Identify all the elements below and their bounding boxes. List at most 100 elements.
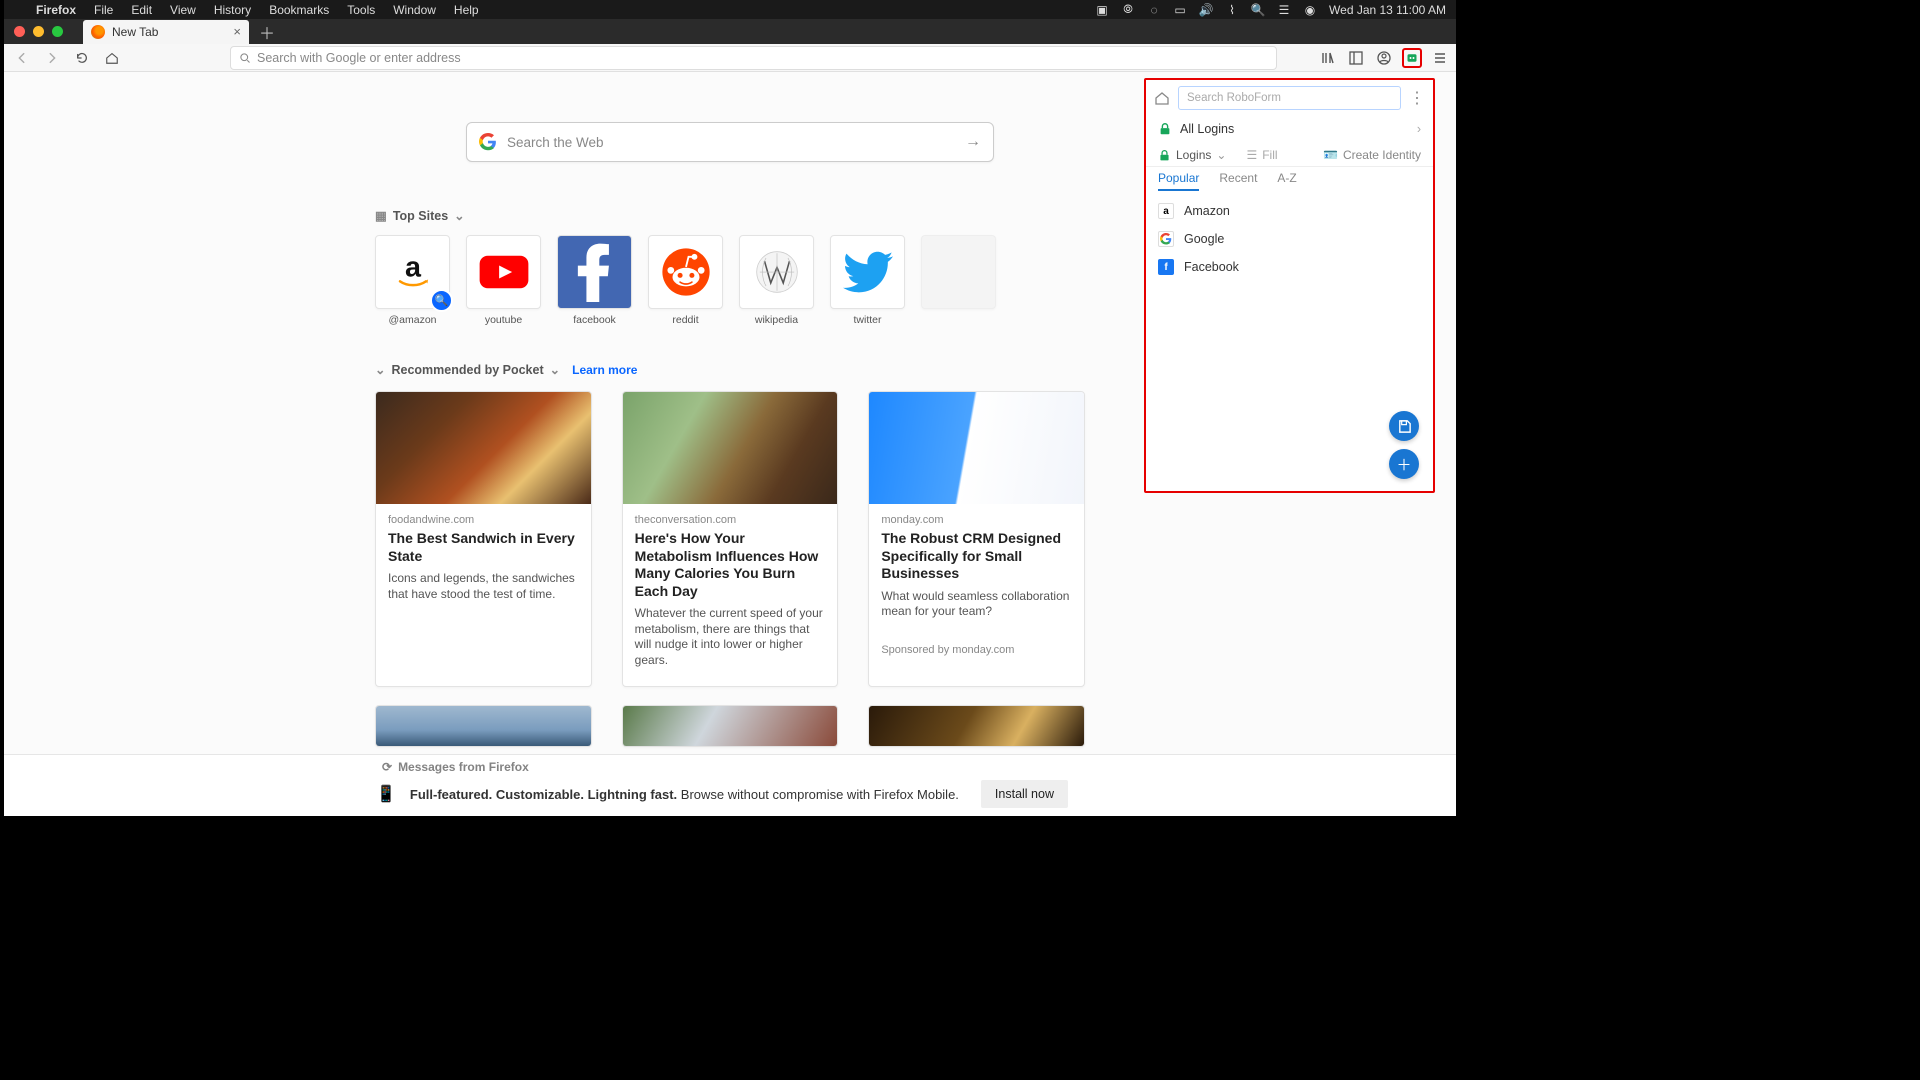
menu-history[interactable]: History [214, 3, 251, 17]
search-submit-icon[interactable]: → [965, 133, 981, 151]
statusbar-spotlight-icon[interactable]: 🔍 [1251, 3, 1265, 17]
pocket-card[interactable] [375, 705, 592, 747]
facebook-icon: f [1158, 259, 1174, 275]
new-tab-button[interactable]: ＋ [259, 20, 275, 44]
topsite-label: @amazon [388, 314, 436, 326]
lock-icon [1158, 122, 1172, 136]
address-bar[interactable]: Search with Google or enter address [230, 46, 1277, 70]
pocket-card[interactable]: foodandwine.com The Best Sandwich in Eve… [375, 391, 592, 687]
topsite-label: facebook [573, 314, 616, 326]
learn-more-link[interactable]: Learn more [572, 363, 637, 377]
grid-icon: ▦ [375, 208, 387, 223]
close-window-button[interactable] [14, 26, 25, 37]
home-button[interactable] [100, 46, 124, 70]
topsite-label: twitter [853, 314, 881, 326]
back-button[interactable] [10, 46, 34, 70]
topsite-label: youtube [485, 314, 522, 326]
topsite-label: reddit [672, 314, 698, 326]
topsite-empty[interactable] [921, 235, 996, 326]
roboform-logins-dropdown[interactable]: Logins ⌄ [1158, 148, 1226, 162]
topsite-label: wikipedia [755, 314, 798, 326]
firefox-favicon-icon [91, 25, 105, 39]
roboform-login-facebook[interactable]: f Facebook [1146, 253, 1433, 281]
roboform-logins-label: Logins [1176, 148, 1211, 162]
roboform-search-input[interactable]: Search RoboForm [1178, 86, 1401, 110]
topsite-wikipedia[interactable]: wikipedia [739, 235, 814, 326]
topsite-youtube[interactable]: youtube [466, 235, 541, 326]
roboform-home-icon[interactable] [1154, 90, 1170, 106]
roboform-extension-icon[interactable] [1402, 48, 1422, 68]
web-search-box[interactable]: Search the Web → [466, 122, 994, 162]
search-badge-icon: 🔍 [430, 289, 453, 312]
topsite-amazon[interactable]: a 🔍 @amazon [375, 235, 450, 326]
roboform-create-identity[interactable]: 🪪 Create Identity [1323, 148, 1421, 162]
menu-tools[interactable]: Tools [347, 3, 375, 17]
pocket-card[interactable]: theconversation.com Here's How Your Meta… [622, 391, 839, 687]
pocket-card-source: theconversation.com [635, 514, 826, 526]
pocket-card[interactable] [868, 705, 1085, 747]
forward-button[interactable] [40, 46, 64, 70]
roboform-menu-icon[interactable]: ⋮ [1409, 88, 1425, 108]
menu-window[interactable]: Window [393, 3, 436, 17]
statusbar-display-icon[interactable]: ▣ [1095, 3, 1109, 17]
pocket-card-image [623, 392, 838, 504]
library-icon[interactable] [1318, 48, 1338, 68]
statusbar-wifi-icon[interactable]: ⌇ [1225, 3, 1239, 17]
menu-help[interactable]: Help [454, 3, 479, 17]
sidebar-icon[interactable] [1346, 48, 1366, 68]
window-controls [4, 26, 63, 37]
roboform-add-fab[interactable]: ＋ [1389, 449, 1419, 479]
pocket-card[interactable] [622, 705, 839, 747]
menu-file[interactable]: File [94, 3, 113, 17]
install-now-button[interactable]: Install now [981, 780, 1068, 808]
statusbar-controlcenter-icon[interactable]: ☰ [1277, 3, 1291, 17]
statusbar-siri-icon[interactable]: ◉ [1303, 3, 1317, 17]
account-icon[interactable] [1374, 48, 1394, 68]
roboform-login-amazon[interactable]: a Amazon [1146, 197, 1433, 225]
maximize-window-button[interactable] [52, 26, 63, 37]
statusbar-volume-icon[interactable]: 🔊 [1199, 3, 1213, 17]
hamburger-menu-icon[interactable] [1430, 48, 1450, 68]
roboform-all-logins[interactable]: All Logins › [1146, 116, 1433, 142]
minimize-window-button[interactable] [33, 26, 44, 37]
roboform-tab-az[interactable]: A-Z [1277, 171, 1296, 191]
svg-text:a: a [405, 251, 422, 283]
browser-tab[interactable]: New Tab × [83, 20, 249, 44]
statusbar-screen-icon[interactable]: ▭ [1173, 3, 1187, 17]
chevron-down-icon[interactable]: ⌄ [454, 208, 464, 223]
close-tab-icon[interactable]: × [233, 24, 241, 39]
menu-edit[interactable]: Edit [131, 3, 152, 17]
web-search-placeholder: Search the Web [507, 135, 965, 150]
macos-menubar: Firefox File Edit View History Bookmarks… [4, 0, 1456, 19]
identity-icon: 🪪 [1323, 148, 1338, 162]
roboform-save-fab[interactable] [1389, 411, 1419, 441]
roboform-all-logins-label: All Logins [1180, 122, 1234, 136]
amazon-icon: a [1158, 203, 1174, 219]
pocket-card-image [623, 706, 838, 746]
menubar-app[interactable]: Firefox [36, 3, 76, 17]
roboform-tab-popular[interactable]: Popular [1158, 171, 1199, 191]
topsite-twitter[interactable]: twitter [830, 235, 905, 326]
chevron-down-icon[interactable]: ⌄ [550, 362, 560, 377]
chevron-down-icon: ⌄ [1216, 148, 1226, 162]
topsite-facebook[interactable]: facebook [557, 235, 632, 326]
pocket-card-image [376, 706, 591, 746]
pocket-icon: ⌄ [375, 362, 385, 377]
menu-bookmarks[interactable]: Bookmarks [269, 3, 329, 17]
roboform-tab-recent[interactable]: Recent [1219, 171, 1257, 191]
roboform-search-placeholder: Search RoboForm [1187, 92, 1281, 104]
address-bar-placeholder: Search with Google or enter address [257, 51, 461, 65]
menubar-clock[interactable]: Wed Jan 13 11:00 AM [1329, 3, 1446, 17]
menu-view[interactable]: View [170, 3, 196, 17]
reload-button[interactable] [70, 46, 94, 70]
roboform-fill[interactable]: ☰ Fill [1246, 148, 1277, 162]
pocket-card[interactable]: monday.com The Robust CRM Designed Speci… [868, 391, 1085, 687]
roboform-login-google[interactable]: Google [1146, 225, 1433, 253]
pocket-card-image [376, 392, 591, 504]
topsite-reddit[interactable]: reddit [648, 235, 723, 326]
pocket-card-desc: Whatever the current speed of your metab… [635, 606, 826, 668]
tab-title: New Tab [112, 25, 158, 39]
statusbar-dnd-icon[interactable]: ◌ [1147, 3, 1161, 17]
google-logo-icon [479, 133, 497, 151]
statusbar-record-icon[interactable]: ⦾ [1121, 2, 1135, 17]
